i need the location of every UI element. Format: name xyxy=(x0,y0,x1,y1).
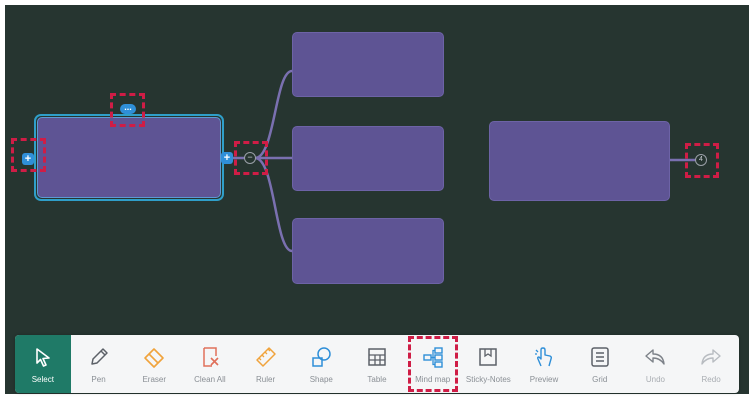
sticky-notes-icon xyxy=(479,348,498,366)
mind-map-child-node-3[interactable] xyxy=(292,218,444,284)
sticky-notes-tool[interactable]: Sticky-Notes xyxy=(461,335,517,393)
ruler-tool[interactable]: Ruler xyxy=(238,335,294,393)
tool-label: Grid xyxy=(592,375,608,384)
shape-icon xyxy=(312,347,332,367)
tool-label: Sticky-Notes xyxy=(465,375,511,384)
mind-map-collapsed-node[interactable] xyxy=(489,121,670,201)
pen-icon xyxy=(90,348,108,365)
clean-all-icon xyxy=(203,347,219,367)
mind-map-root-node[interactable] xyxy=(37,117,221,198)
highlight-more-options xyxy=(110,93,145,127)
undo-tool[interactable]: Undo xyxy=(628,335,684,393)
preview-tool[interactable]: Preview xyxy=(516,335,572,393)
pen-tool[interactable]: Pen xyxy=(71,335,127,393)
mind-map-child-node-2[interactable] xyxy=(292,126,444,191)
eraser-icon xyxy=(144,348,165,368)
tool-label: Pen xyxy=(91,375,106,384)
preview-icon xyxy=(535,347,553,367)
tool-label: Ruler xyxy=(256,375,276,384)
add-child-button[interactable]: + xyxy=(221,152,233,164)
mind-map-child-node-1[interactable] xyxy=(292,32,444,97)
redo-icon xyxy=(701,349,721,365)
shape-tool[interactable]: Shape xyxy=(293,335,349,393)
bottom-toolbar: Select Pen Eraser Clean All Ruler Shape … xyxy=(15,335,739,393)
cursor-icon xyxy=(36,348,50,367)
grid-icon xyxy=(590,347,609,367)
eraser-tool[interactable]: Eraser xyxy=(126,335,182,393)
tool-label: Preview xyxy=(529,375,559,384)
redo-tool[interactable]: Redo xyxy=(683,335,739,393)
tool-label: Redo xyxy=(701,375,721,384)
tool-label: Table xyxy=(367,375,387,384)
undo-icon xyxy=(645,349,666,365)
ruler-icon xyxy=(255,347,276,367)
clean-all-tool[interactable]: Clean All xyxy=(182,335,238,393)
select-tool[interactable]: Select xyxy=(15,335,71,393)
highlight-add-parent xyxy=(11,138,46,172)
tool-label: Eraser xyxy=(142,375,166,384)
grid-tool[interactable]: Grid xyxy=(572,335,628,393)
highlight-collapse xyxy=(234,141,268,175)
tool-label: Undo xyxy=(645,375,665,384)
highlight-mind-map-tool xyxy=(408,336,458,392)
tool-label: Clean All xyxy=(194,375,226,384)
tool-label: Select xyxy=(31,375,54,384)
table-tool[interactable]: Table xyxy=(349,335,405,393)
tool-label: Shape xyxy=(309,375,333,384)
table-icon xyxy=(368,348,386,366)
highlight-expand xyxy=(685,143,719,178)
